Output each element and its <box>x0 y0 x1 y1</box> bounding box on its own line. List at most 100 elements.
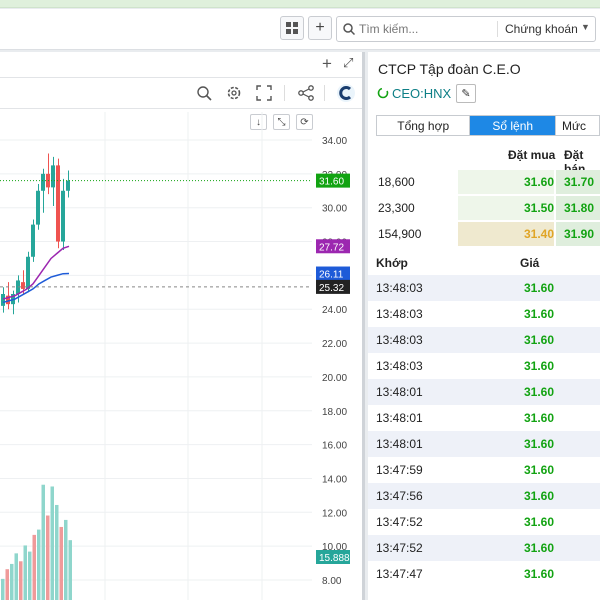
trade-time: 13:47:52 <box>376 541 423 555</box>
volume-bar <box>64 519 68 600</box>
orderbook-tabs: Tổng hợp Sổ lệnh Mức <box>376 115 600 136</box>
app-root: + Tìm kiếm... Chứng khoán ▼ + ⤢ ↓ ⤡ ⟳ 34… <box>0 0 600 600</box>
layout-grid-button[interactable] <box>280 16 304 40</box>
trade-price: 31.60 <box>524 463 555 477</box>
y-tick-label: 18.00 <box>322 407 347 418</box>
volume-bar <box>1 578 5 600</box>
trade-row: 13:47:47 31.60 <box>368 561 600 587</box>
trade-row: 13:47:52 31.60 <box>368 509 600 535</box>
tab-summary[interactable]: Tổng hợp <box>377 116 471 135</box>
search-box[interactable]: Tìm kiếm... Chứng khoán ▼ <box>336 16 596 42</box>
refresh-status-icon <box>377 87 389 99</box>
order-volume: 154,900 <box>378 227 422 241</box>
trade-time: 13:47:52 <box>376 515 423 529</box>
volume-bar <box>32 534 36 600</box>
trade-list: 13:48:03 31.60 13:48:03 31.60 13:48:03 31.6… <box>368 275 600 600</box>
candle-body <box>31 224 35 257</box>
trade-price: 31.60 <box>524 359 555 373</box>
price-label: 31.60 <box>319 177 344 188</box>
trade-row: 13:48:03 31.60 <box>368 353 600 379</box>
trade-price: 31.60 <box>524 515 555 529</box>
trade-time: 13:47:56 <box>376 489 423 503</box>
volume-bar <box>46 515 50 600</box>
buy-price: 31.50 <box>524 201 555 215</box>
candle-body <box>36 190 40 225</box>
volume-bar <box>23 545 27 600</box>
trade-price: 31.60 <box>524 541 555 555</box>
orderbook-panel: CTCP Tập đoàn C.E.O CEO:HNX ✎ Tổng hợp S… <box>368 52 600 600</box>
trade-time: 13:47:47 <box>376 567 423 581</box>
plus-icon: + <box>315 19 325 36</box>
trade-row: 13:47:52 31.60 <box>368 535 600 561</box>
trade-time: 13:48:03 <box>376 281 423 295</box>
sell-price: 31.70 <box>564 175 595 189</box>
y-tick-label: 8.00 <box>322 576 342 587</box>
trade-price: 31.60 <box>524 437 555 451</box>
volume-bar <box>14 553 18 600</box>
add-button[interactable]: + <box>308 16 332 40</box>
y-tick-label: 20.00 <box>322 373 347 384</box>
volume-bar <box>41 484 45 600</box>
top-strip <box>0 0 600 8</box>
y-tick-label: 22.00 <box>322 339 347 350</box>
sell-price: 31.90 <box>564 227 595 241</box>
head-time: Khớp <box>376 256 408 270</box>
trade-price: 31.60 <box>524 385 555 399</box>
price-label: 15.888M <box>319 553 358 564</box>
top-bar: + Tìm kiếm... Chứng khoán ▼ <box>0 9 600 50</box>
chart-panel: + ⤢ ↓ ⤡ ⟳ 34.0032.0030.0028.0026.0024.00… <box>0 52 365 600</box>
orderbook-row: 154,900 31.40 31.90 <box>368 221 600 247</box>
ma-fast-line <box>2 245 70 300</box>
head-buy: Đặt mua <box>508 148 556 162</box>
sell-price: 31.80 <box>564 201 595 215</box>
trade-row: 13:48:03 31.60 <box>368 301 600 327</box>
search-divider <box>497 21 498 37</box>
buy-price: 31.60 <box>524 175 555 189</box>
trade-time: 13:47:59 <box>376 463 423 477</box>
candle-body <box>56 165 60 242</box>
y-tick-label: 16.00 <box>322 441 347 452</box>
trade-row: 13:48:01 31.60 <box>368 379 600 405</box>
price-label: 25.32 <box>319 283 344 294</box>
trade-time: 13:48:01 <box>376 385 423 399</box>
tab-orderbook[interactable]: Sổ lệnh <box>470 116 557 135</box>
trade-price: 31.60 <box>524 411 555 425</box>
trade-price: 31.60 <box>524 333 555 347</box>
trade-time: 13:48:03 <box>376 359 423 373</box>
trade-price: 31.60 <box>524 489 555 503</box>
company-name: CTCP Tập đoàn C.E.O <box>378 61 521 77</box>
pencil-icon: ✎ <box>461 88 471 100</box>
search-icon <box>343 23 355 35</box>
price-label: 27.72 <box>319 242 344 253</box>
volume-bar <box>50 486 54 600</box>
grid-icon <box>286 22 298 34</box>
price-chart[interactable]: 34.0032.0030.0028.0026.0024.0022.0020.00… <box>0 52 362 600</box>
candle-body <box>51 165 55 188</box>
search-scope-select[interactable]: Chứng khoán <box>505 22 578 36</box>
trade-row: 13:48:03 31.60 <box>368 275 600 301</box>
chevron-down-icon: ▼ <box>581 22 590 32</box>
y-tick-label: 30.00 <box>322 204 347 215</box>
volume-bar <box>37 529 41 600</box>
trade-price: 31.60 <box>524 567 555 581</box>
ticker-symbol[interactable]: CEO:HNX <box>392 86 451 101</box>
trade-price: 31.60 <box>524 307 555 321</box>
candle-body <box>41 173 45 191</box>
volume-bar <box>59 526 63 600</box>
order-volume: 23,300 <box>378 201 415 215</box>
volume-bar <box>28 551 32 600</box>
candle-body <box>21 282 25 289</box>
edit-ticker-button[interactable]: ✎ <box>456 84 476 103</box>
candle-body <box>66 180 70 191</box>
trade-row: 13:47:56 31.60 <box>368 483 600 509</box>
trade-time: 13:48:03 <box>376 307 423 321</box>
order-volume: 18,600 <box>378 175 415 189</box>
volume-bar <box>5 569 9 600</box>
buy-price: 31.40 <box>524 227 555 241</box>
trade-time: 13:48:03 <box>376 333 423 347</box>
candle-body <box>61 190 65 242</box>
trade-time: 13:48:01 <box>376 437 423 451</box>
candle-body <box>1 294 5 306</box>
tab-level[interactable]: Mức <box>556 116 599 135</box>
search-input[interactable]: Tìm kiếm... <box>359 22 418 36</box>
